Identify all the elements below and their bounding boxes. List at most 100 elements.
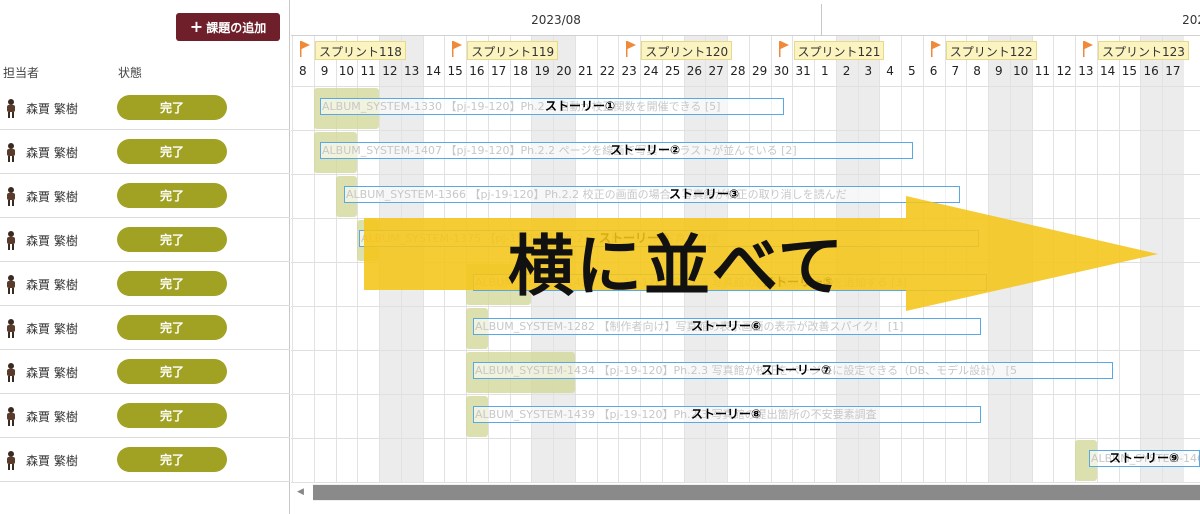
day-number: 15 <box>1121 64 1138 78</box>
day-column <box>1162 36 1184 482</box>
status-badge[interactable]: 完了 <box>117 271 227 296</box>
status-badge[interactable]: 完了 <box>117 227 227 252</box>
add-issue-label: 課題の追加 <box>206 20 267 35</box>
day-number: 30 <box>773 64 790 78</box>
task-row[interactable]: 森賈 繁樹 完了 <box>0 394 290 438</box>
avatar <box>7 99 15 118</box>
day-number: 31 <box>795 64 811 78</box>
story-label: ストーリー② <box>610 143 681 157</box>
task-row[interactable]: 森賈 繁樹 完了 <box>0 350 290 394</box>
avatar <box>7 275 15 294</box>
status-badge[interactable]: 完了 <box>117 403 227 428</box>
assignee-name: 森賈 繁樹 <box>26 322 78 336</box>
avatar <box>7 363 15 382</box>
day-number: 17 <box>490 64 507 78</box>
day-column <box>1031 36 1054 482</box>
day-number: 9 <box>320 64 329 78</box>
task-row[interactable]: 森賈 繁樹 完了 <box>0 438 290 482</box>
row-divider <box>291 350 1200 351</box>
day-column <box>1053 36 1075 482</box>
day-number: 14 <box>1099 64 1116 78</box>
task-row[interactable]: 森賈 繁樹 完了 <box>0 174 290 218</box>
row-divider <box>291 438 1200 439</box>
day-number: 11 <box>360 64 376 78</box>
month-header: 2023/08 <box>291 4 821 36</box>
status-badge[interactable]: 完了 <box>117 447 227 472</box>
avatar <box>7 231 15 250</box>
task-row[interactable]: 森賈 繁樹 完了 <box>0 218 290 262</box>
sprint-label[interactable]: スプリント120 <box>641 41 733 60</box>
add-issue-button[interactable]: + 課題の追加 <box>176 13 280 41</box>
task-row[interactable]: 森賈 繁樹 完了 <box>0 306 290 350</box>
flag-icon <box>300 41 310 57</box>
day-number: 7 <box>951 64 960 78</box>
day-number: 24 <box>643 64 659 78</box>
task-row[interactable]: 森賈 繁樹 完了 <box>0 262 290 306</box>
overlay-caption: 横に並べて <box>508 228 846 305</box>
flag-icon <box>452 41 463 57</box>
day-number: 8 <box>973 64 981 78</box>
plus-icon: + <box>189 17 204 36</box>
flag-icon <box>626 41 637 57</box>
scroll-left-icon[interactable]: ◀ <box>297 487 304 497</box>
avatar <box>7 451 15 470</box>
assignee-name: 森賈 繁樹 <box>26 410 78 424</box>
status-badge[interactable]: 完了 <box>117 139 227 164</box>
day-number: 2 <box>842 64 851 78</box>
status-badge[interactable]: 完了 <box>117 315 227 340</box>
flag-icon <box>930 41 941 57</box>
sprint-label[interactable]: スプリント121 <box>793 41 885 60</box>
flag-icon <box>1083 41 1093 57</box>
gantt-app: + 課題の追加 担当者 状態 森賈 繁樹 完了 森賈 繁樹 完了 森賈 繁樹 完… <box>0 0 1200 514</box>
story-label: ストーリー⑥ <box>691 319 762 333</box>
story-label: ストーリー⑨ <box>1109 451 1180 465</box>
day-number: 6 <box>929 64 938 78</box>
day-number: 1 <box>821 64 829 78</box>
day-column <box>292 36 314 482</box>
day-number: 25 <box>664 64 681 78</box>
day-column <box>1009 36 1032 482</box>
status-badge[interactable]: 完了 <box>117 183 227 208</box>
day-column <box>1118 36 1141 482</box>
day-number: 16 <box>469 64 485 78</box>
day-number: 14 <box>425 64 442 78</box>
avatar <box>7 319 15 338</box>
sprint-label[interactable]: スプリント118 <box>315 41 406 60</box>
status-badge[interactable]: 完了 <box>117 95 227 120</box>
row-divider <box>291 86 1200 87</box>
sprint-label[interactable]: スプリント123 <box>1098 41 1189 60</box>
day-number: 19 <box>534 64 550 78</box>
assignee-name: 森賈 繁樹 <box>26 190 78 204</box>
task-bar-label[interactable]: ALBUM_SYSTEM-1366 【pj-19-120】Ph.2.2 校正の画… <box>344 186 960 203</box>
status-badge[interactable]: 完了 <box>117 359 227 384</box>
scrollbar-thumb[interactable] <box>313 485 1200 500</box>
row-divider <box>291 130 1200 131</box>
day-number: 10 <box>1012 64 1029 78</box>
day-number: 4 <box>886 64 894 78</box>
day-number: 29 <box>751 64 768 78</box>
day-number: 26 <box>686 64 703 78</box>
flag-icon <box>778 41 789 57</box>
status-column-header: 状態 <box>118 66 143 80</box>
day-number: 5 <box>908 64 916 78</box>
story-label: ストーリー① <box>545 99 616 113</box>
day-number: 12 <box>1056 64 1072 78</box>
sprint-label[interactable]: スプリント119 <box>467 41 559 60</box>
story-label: ストーリー⑧ <box>691 407 762 421</box>
assignee-name: 森賈 繁樹 <box>26 454 78 468</box>
row-divider <box>291 174 1200 175</box>
row-divider <box>291 482 1200 483</box>
day-column <box>1075 36 1097 482</box>
task-row[interactable]: 森賈 繁樹 完了 <box>0 130 290 174</box>
day-number: 16 <box>1143 64 1159 78</box>
day-number: 28 <box>730 64 746 78</box>
day-number: 12 <box>382 64 398 78</box>
sprint-label[interactable]: スプリント122 <box>945 41 1037 60</box>
avatar <box>7 187 15 206</box>
day-number: 18 <box>512 64 529 78</box>
task-row[interactable]: 森賈 繁樹 完了 <box>0 86 290 130</box>
day-column <box>988 36 1010 482</box>
day-number: 21 <box>577 64 594 78</box>
month-header: 2023/09 <box>822 4 1200 36</box>
day-number: 10 <box>338 64 355 78</box>
